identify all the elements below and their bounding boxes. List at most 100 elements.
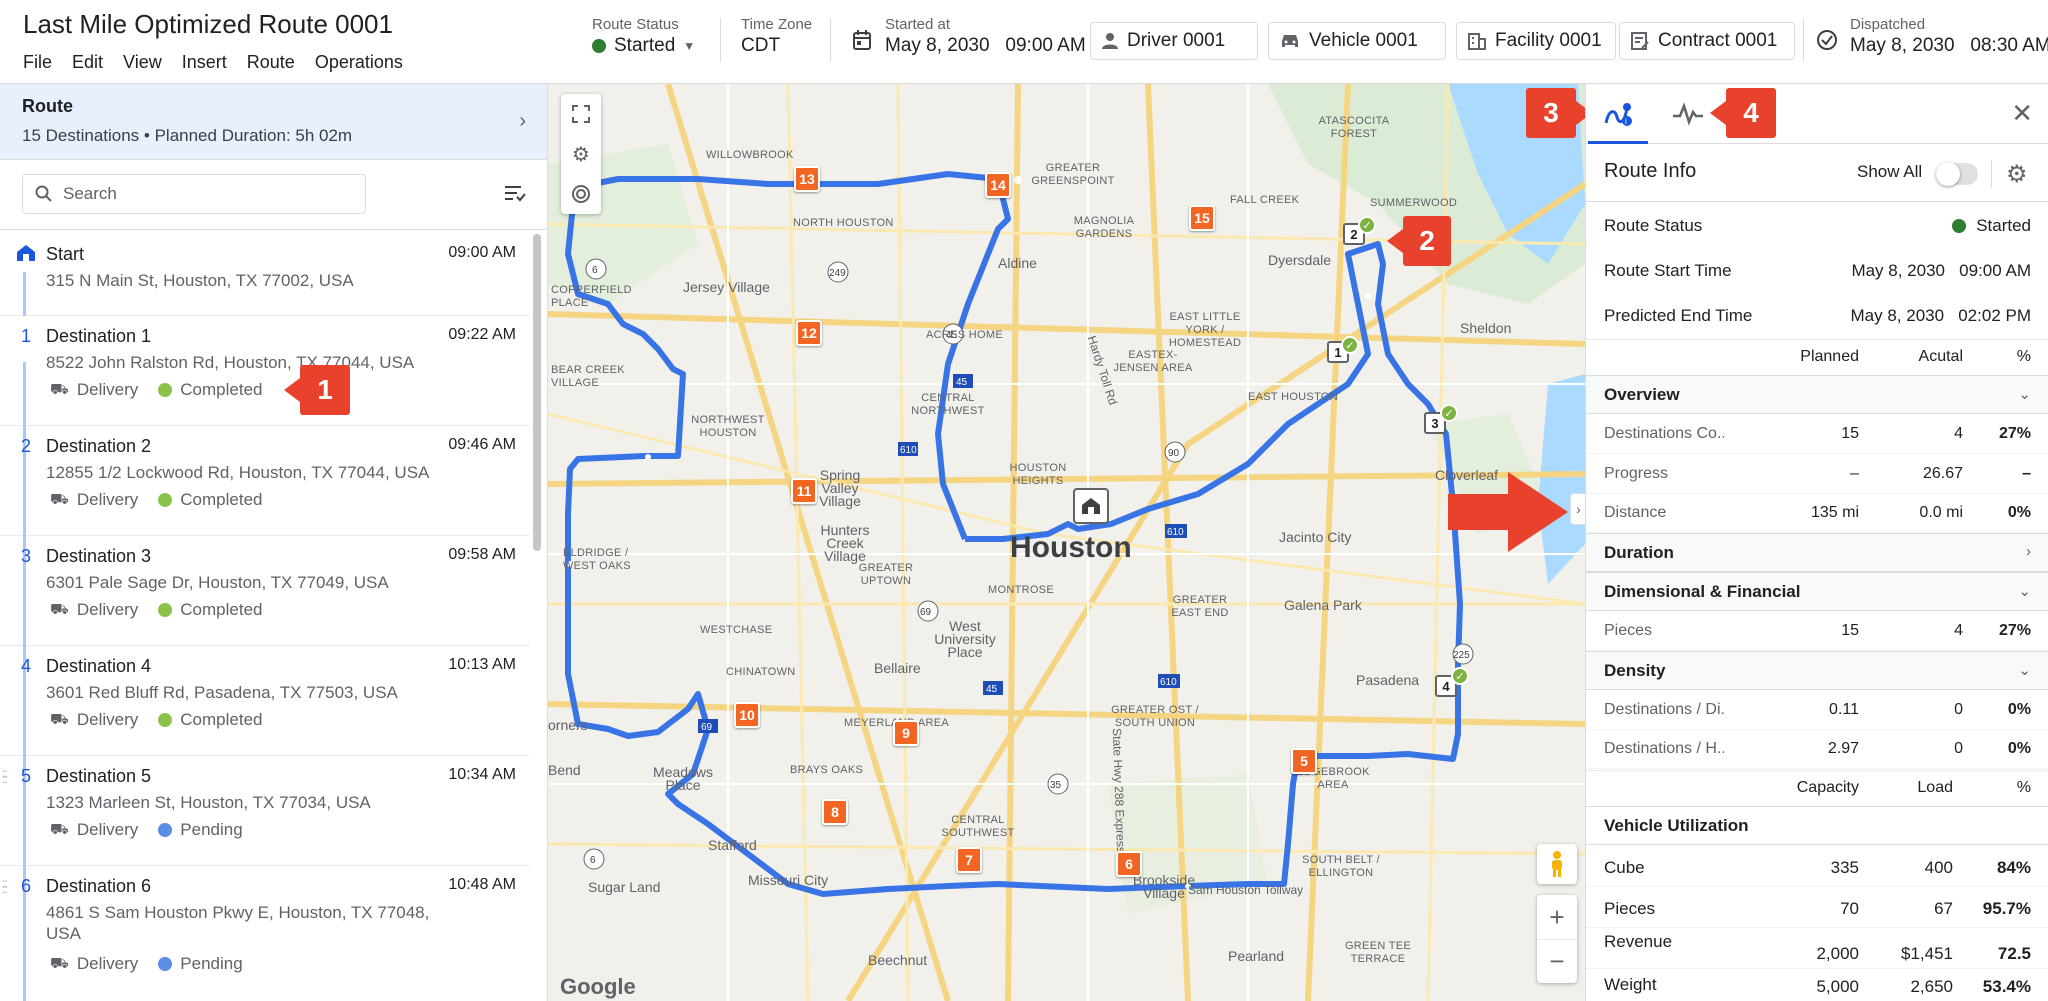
zoom-controls: + − bbox=[1537, 895, 1577, 983]
row-planned: 135 mi bbox=[1810, 504, 1859, 521]
route-info-icon: i bbox=[1604, 102, 1632, 126]
chevron-down-icon: ⌄ bbox=[2018, 583, 2031, 600]
row-pct: 0% bbox=[2007, 701, 2031, 718]
row-pct: 95.7% bbox=[1982, 899, 2031, 918]
route-status-dropdown[interactable]: Route Status Started ▼ bbox=[592, 16, 695, 57]
facility-chip[interactable]: Facility 0001 bbox=[1456, 22, 1616, 60]
layers-button[interactable] bbox=[561, 174, 601, 214]
section-dimensional-financial[interactable]: Dimensional & Financial ⌄ bbox=[1586, 572, 2048, 611]
list-item-destination-4[interactable]: 4 Destination 4 10:13 AM 3601 Red Bluff … bbox=[0, 646, 530, 756]
section-title: Duration bbox=[1604, 543, 1674, 562]
list-item-start[interactable]: Start 09:00 AM 315 N Main St, Houston, T… bbox=[0, 232, 530, 316]
stop-status: Completed bbox=[180, 600, 263, 619]
started-at: Started at May 8, 2030 09:00 AM bbox=[885, 16, 1086, 57]
truck-icon: ⛟ bbox=[50, 820, 69, 838]
tab-route-info[interactable]: i bbox=[1588, 84, 1648, 144]
stop-marker-11[interactable]: 11 bbox=[791, 478, 817, 504]
stop-marker-13[interactable]: 13 bbox=[794, 166, 820, 192]
section-vehicle-utilization[interactable]: Vehicle Utilization bbox=[1586, 806, 2048, 845]
drag-handle-icon[interactable]: :::: bbox=[2, 767, 8, 785]
stop-time: 10:13 AM bbox=[448, 656, 516, 673]
search-field[interactable] bbox=[22, 174, 366, 214]
map-label: ELDRIDGE / WEST OAKS bbox=[563, 547, 631, 572]
map-label: Jacinto City bbox=[1279, 529, 1352, 545]
stop-number: 6 bbox=[21, 876, 32, 896]
sort-filter-button[interactable] bbox=[500, 178, 530, 208]
contract-chip[interactable]: Contract 0001 bbox=[1619, 22, 1795, 60]
row-actual: 0 bbox=[1954, 701, 1963, 718]
row-planned: 15 bbox=[1841, 425, 1859, 442]
stop-marker-15[interactable]: 15 bbox=[1189, 205, 1215, 231]
stop-marker-6[interactable]: 6 bbox=[1116, 851, 1142, 877]
row-actual: 26.67 bbox=[1922, 465, 1963, 482]
row-label: Pieces bbox=[1604, 899, 1656, 918]
tab-activity[interactable] bbox=[1658, 84, 1718, 144]
menu-edit[interactable]: Edit bbox=[72, 52, 103, 73]
col-actual: Acutal bbox=[1918, 348, 1963, 365]
row-label: Destinations Co... bbox=[1604, 425, 1724, 442]
google-logo: Google bbox=[560, 974, 636, 999]
list-item-destination-2[interactable]: 2 Destination 2 09:46 AM 12855 1/2 Lockw… bbox=[0, 426, 530, 536]
zoom-out-button[interactable]: − bbox=[1537, 939, 1577, 983]
stop-meta: ⛟ Delivery Completed bbox=[50, 490, 263, 510]
section-overview[interactable]: Overview ⌄ bbox=[1586, 375, 2048, 414]
map-settings-button[interactable]: ⚙ bbox=[561, 134, 601, 174]
row-planned: – bbox=[1850, 465, 1859, 482]
stop-marker-7[interactable]: 7 bbox=[956, 847, 982, 873]
table-row: Destinations / Di... 0.11 0 0% bbox=[1586, 691, 2048, 730]
street-view-button[interactable] bbox=[1537, 844, 1577, 884]
zoom-in-button[interactable]: + bbox=[1537, 895, 1577, 939]
callout-1: 1 bbox=[284, 365, 350, 415]
stop-marker-12[interactable]: 12 bbox=[796, 320, 822, 346]
map-label: Pasadena bbox=[1356, 672, 1420, 688]
check-icon: ✓ bbox=[1341, 336, 1359, 354]
map-label: CENTRAL NORTHWEST bbox=[911, 392, 985, 417]
row-label: Pieces bbox=[1604, 622, 1653, 639]
row-capacity: 5,000 bbox=[1816, 977, 1859, 996]
search-input[interactable] bbox=[63, 184, 343, 204]
section-duration[interactable]: Duration › bbox=[1586, 533, 2048, 572]
stops-panel: Route 15 Destinations • Planned Duration… bbox=[0, 84, 548, 1001]
route-summary[interactable]: Route 15 Destinations • Planned Duration… bbox=[0, 84, 547, 160]
list-item-destination-3[interactable]: 3 Destination 3 09:58 AM 6301 Pale Sage … bbox=[0, 536, 530, 646]
stop-marker-5[interactable]: 5 bbox=[1291, 748, 1317, 774]
section-title: Density bbox=[1604, 661, 1666, 680]
stop-meta: ⛟ Delivery Completed bbox=[50, 710, 263, 730]
menu-operations[interactable]: Operations bbox=[315, 52, 403, 73]
menu-bar: File Edit View Insert Route Operations bbox=[23, 52, 423, 73]
list-item-destination-6[interactable]: :::: 6 Destination 6 10:48 AM 4861 S Sam… bbox=[0, 866, 530, 1001]
map-label: NORTHWEST HOUSTON bbox=[691, 414, 765, 439]
row-label: Progress bbox=[1604, 465, 1669, 482]
close-icon[interactable]: ✕ bbox=[2011, 98, 2033, 129]
top-bar: Last Mile Optimized Route 0001 File Edit… bbox=[0, 0, 2048, 84]
menu-route[interactable]: Route bbox=[247, 52, 295, 73]
section-title: Overview bbox=[1604, 385, 1680, 404]
map-label: SOUTH BELT / ELLINGTON bbox=[1302, 854, 1380, 879]
menu-insert[interactable]: Insert bbox=[182, 52, 227, 73]
vehicle-chip[interactable]: Vehicle 0001 bbox=[1268, 22, 1446, 60]
start-marker[interactable] bbox=[1073, 488, 1109, 524]
stop-marker-8[interactable]: 8 bbox=[822, 799, 848, 825]
stop-address: 6301 Pale Sage Dr, Houston, TX 77049, US… bbox=[46, 573, 389, 592]
show-all-toggle[interactable] bbox=[1936, 162, 1978, 186]
list-item-destination-1[interactable]: 1 Destination 1 09:22 AM 8522 John Ralst… bbox=[0, 316, 530, 426]
settings-button[interactable]: ⚙ bbox=[2006, 160, 2028, 189]
stop-marker-10[interactable]: 10 bbox=[734, 702, 760, 728]
map-label: EAST HOUSTON bbox=[1248, 391, 1338, 403]
table-row: Cube 335 400 84% bbox=[1586, 846, 2048, 887]
list-item-destination-5[interactable]: :::: 5 Destination 5 10:34 AM 1323 Marle… bbox=[0, 756, 530, 866]
fullscreen-button[interactable] bbox=[561, 94, 601, 134]
panel-collapse-tab[interactable]: › bbox=[1570, 493, 1586, 525]
stop-marker-14[interactable]: 14 bbox=[985, 172, 1011, 198]
row-pct: 84% bbox=[1996, 858, 2031, 877]
row-actual: 0.0 mi bbox=[1919, 504, 1963, 521]
route-map[interactable]: 6 45 249 90 69 35 225 6 69 45 610 610 61… bbox=[548, 84, 1585, 1001]
stop-marker-9[interactable]: 9 bbox=[893, 720, 919, 746]
drag-handle-icon[interactable]: :::: bbox=[2, 877, 8, 895]
menu-file[interactable]: File bbox=[23, 52, 52, 73]
section-density[interactable]: Density ⌄ bbox=[1586, 651, 2048, 690]
scrollbar[interactable] bbox=[533, 234, 541, 551]
menu-view[interactable]: View bbox=[123, 52, 162, 73]
driver-chip[interactable]: Driver 0001 bbox=[1090, 22, 1258, 60]
route-info-header: Route Info Show All ⚙ bbox=[1586, 144, 2048, 202]
